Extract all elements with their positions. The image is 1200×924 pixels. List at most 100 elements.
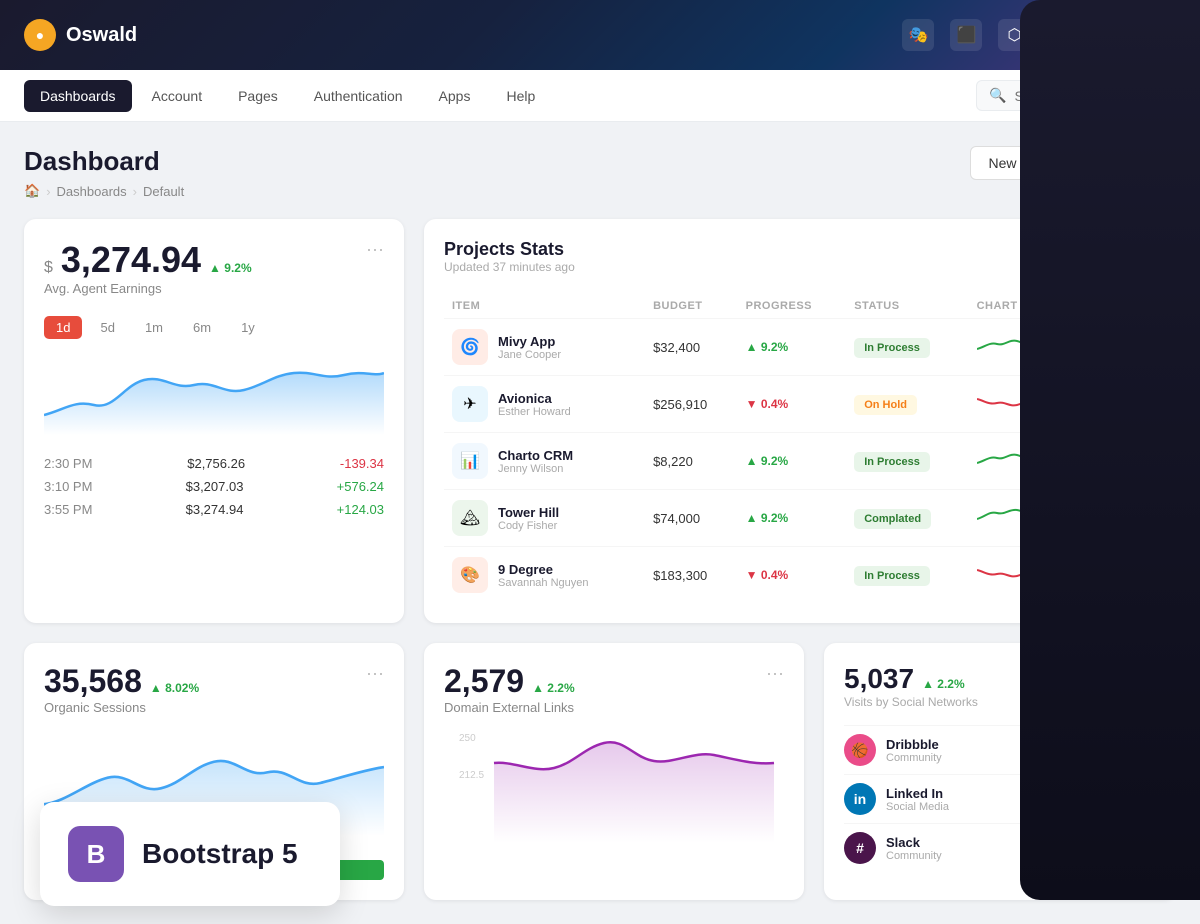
proj-name-2: Charto CRM xyxy=(498,448,573,463)
proj-icon-1: ✈ xyxy=(452,386,488,422)
domain-more-icon[interactable]: ··· xyxy=(766,663,784,684)
proj-item-1: ✈ Avionica Esther Howard xyxy=(452,386,637,422)
proj-name-4: 9 Degree xyxy=(498,562,589,577)
more-icon[interactable]: ··· xyxy=(366,239,384,260)
nav-item-dashboards[interactable]: Dashboards xyxy=(24,80,132,112)
proj-icon-3: 🏔 xyxy=(452,500,488,536)
time-btn-6m[interactable]: 6m xyxy=(181,316,223,339)
nav-item-pages[interactable]: Pages xyxy=(222,80,294,112)
proj-person-3: Cody Fisher xyxy=(498,520,559,532)
earnings-row-1: 2:30 PM $2,756.26 -139.34 xyxy=(44,456,384,471)
domain-header: 2,579 ▲ 2.2% Domain External Links ··· xyxy=(444,663,784,723)
organic-header: 35,568 ▲ 8.02% Organic Sessions ··· xyxy=(44,663,384,723)
social-icon-0: 🏀 xyxy=(844,734,876,766)
proj-person-1: Esther Howard xyxy=(498,406,571,418)
organic-more-icon[interactable]: ··· xyxy=(366,663,384,684)
earnings-header: $ 3,274.94 ▲ 9.2% Avg. Agent Earnings ··… xyxy=(44,239,384,312)
nav-item-help[interactable]: Help xyxy=(490,80,551,112)
earnings-chart xyxy=(44,355,384,440)
time-btn-1m[interactable]: 1m xyxy=(133,316,175,339)
proj-budget-0: $32,400 xyxy=(645,319,738,376)
social-left-0: 🏀 Dribbble Community xyxy=(844,734,942,766)
time-btn-1y[interactable]: 1y xyxy=(229,316,267,339)
title-section: Dashboard 🏠 › Dashboards › Default xyxy=(24,146,184,199)
mask-icon[interactable]: 🎭 xyxy=(902,19,934,51)
svg-text:212.5: 212.5 xyxy=(459,770,484,781)
earnings-row-2: 3:10 PM $3,207.03 +576.24 xyxy=(44,479,384,494)
time-2: 3:10 PM xyxy=(44,479,92,494)
domain-label: Domain External Links xyxy=(444,700,575,715)
earnings-row-3: 3:55 PM $3,274.94 +124.03 xyxy=(44,502,384,517)
proj-person-0: Jane Cooper xyxy=(498,349,561,361)
amount-2: $3,207.03 xyxy=(186,479,244,494)
change-1: -139.34 xyxy=(340,456,384,471)
logo-icon: ● xyxy=(24,19,56,51)
logo-text: Oswald xyxy=(66,24,137,47)
col-budget: BUDGET xyxy=(645,294,738,319)
projects-title-section: Projects Stats Updated 37 minutes ago xyxy=(444,239,575,290)
search-icon: 🔍 xyxy=(989,87,1006,104)
dark-overlay-panel xyxy=(1020,0,1200,900)
domain-change: ▲ 2.2% xyxy=(532,681,575,695)
nav-item-authentication[interactable]: Authentication xyxy=(298,80,419,112)
proj-progress-3: ▲ 9.2% xyxy=(746,511,839,525)
earnings-change-badge: ▲ 9.2% xyxy=(209,261,252,275)
bootstrap-icon: B xyxy=(68,826,124,882)
proj-progress-0: ▲ 9.2% xyxy=(746,340,839,354)
earnings-amount-section: $ 3,274.94 ▲ 9.2% Avg. Agent Earnings xyxy=(44,239,252,312)
proj-status-3: Complated xyxy=(854,509,931,529)
proj-progress-4: ▼ 0.4% xyxy=(746,568,839,582)
social-left-2: # Slack Community xyxy=(844,832,942,864)
proj-budget-4: $183,300 xyxy=(645,547,738,604)
social-type-1: Social Media xyxy=(886,801,949,813)
proj-budget-1: $256,910 xyxy=(645,376,738,433)
amount-1: $2,756.26 xyxy=(187,456,245,471)
time-3: 3:55 PM xyxy=(44,502,92,517)
svg-text:250: 250 xyxy=(459,733,476,744)
header-left: ● Oswald xyxy=(24,19,137,51)
proj-item-3: 🏔 Tower Hill Cody Fisher xyxy=(452,500,637,536)
proj-status-4: In Process xyxy=(854,566,930,586)
organic-label: Organic Sessions xyxy=(44,700,199,715)
change-2: +576.24 xyxy=(337,479,384,494)
nav-item-apps[interactable]: Apps xyxy=(423,80,487,112)
domain-amount: 2,579 xyxy=(444,663,524,700)
proj-icon-2: 📊 xyxy=(452,443,488,479)
proj-item-0: 🌀 Mivy App Jane Cooper xyxy=(452,329,637,365)
time-btn-1d[interactable]: 1d xyxy=(44,316,82,339)
amount-3: $3,274.94 xyxy=(186,502,244,517)
earnings-card: $ 3,274.94 ▲ 9.2% Avg. Agent Earnings ··… xyxy=(24,219,404,623)
domain-links-card: 2,579 ▲ 2.2% Domain External Links ··· 2… xyxy=(424,643,804,900)
social-title: Visits by Social Networks xyxy=(844,695,978,709)
social-icon-2: # xyxy=(844,832,876,864)
proj-progress-2: ▲ 9.2% xyxy=(746,454,839,468)
proj-status-0: In Process xyxy=(854,338,930,358)
proj-budget-3: $74,000 xyxy=(645,490,738,547)
breadcrumb-dashboards[interactable]: Dashboards xyxy=(57,184,127,199)
nav-item-account[interactable]: Account xyxy=(136,80,219,112)
proj-person-2: Jenny Wilson xyxy=(498,463,573,475)
proj-name-3: Tower Hill xyxy=(498,505,559,520)
earnings-amount: 3,274.94 xyxy=(61,239,201,281)
display-icon[interactable]: ⬛ xyxy=(950,19,982,51)
col-item: ITEM xyxy=(444,294,645,319)
organic-amount: 35,568 xyxy=(44,663,142,700)
proj-person-4: Savannah Nguyen xyxy=(498,577,589,589)
projects-updated: Updated 37 minutes ago xyxy=(444,260,575,274)
top-grid: $ 3,274.94 ▲ 9.2% Avg. Agent Earnings ··… xyxy=(24,219,1176,623)
col-progress: PROGRESS xyxy=(738,294,847,319)
proj-budget-2: $8,220 xyxy=(645,433,738,490)
time-btn-5d[interactable]: 5d xyxy=(88,316,126,339)
domain-info: 2,579 ▲ 2.2% Domain External Links xyxy=(444,663,575,723)
proj-name-0: Mivy App xyxy=(498,334,561,349)
social-name-2: Slack xyxy=(886,835,942,850)
currency-symbol: $ xyxy=(44,259,53,277)
proj-progress-1: ▼ 0.4% xyxy=(746,397,839,411)
bootstrap-overlay: B Bootstrap 5 xyxy=(40,802,340,906)
time-1: 2:30 PM xyxy=(44,456,92,471)
social-name-1: Linked In xyxy=(886,786,949,801)
breadcrumb-home-icon: 🏠 xyxy=(24,183,40,199)
breadcrumb-default: Default xyxy=(143,184,184,199)
proj-item-4: 🎨 9 Degree Savannah Nguyen xyxy=(452,557,637,593)
social-left-1: in Linked In Social Media xyxy=(844,783,949,815)
